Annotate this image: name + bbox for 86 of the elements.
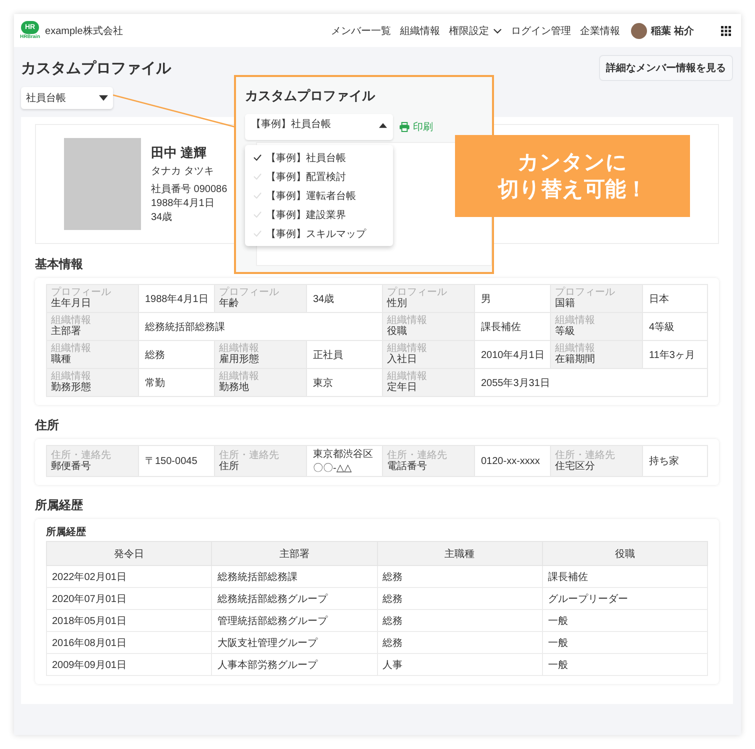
field-label-cell: 組織情報 職種 bbox=[46, 340, 138, 368]
table-cell: 2018年05月01日 bbox=[46, 610, 212, 632]
column-header: 役職 bbox=[542, 542, 708, 566]
table-cell: 総務 bbox=[377, 566, 542, 588]
age: 34歳 bbox=[151, 210, 174, 224]
field-value-cell: 0120-xx-xxxx bbox=[474, 446, 550, 476]
nav-link[interactable]: ログイン管理 bbox=[511, 24, 572, 38]
section-title: 所属経歴 bbox=[35, 497, 84, 514]
field-label-cell: 住所・連絡先 郵便番号 bbox=[46, 446, 138, 476]
table-cell: 一般 bbox=[542, 632, 708, 654]
field-value-cell: 東京都渋谷区〇〇-△△ bbox=[306, 446, 382, 476]
field-label-cell: 住所・連絡先 電話番号 bbox=[382, 446, 474, 476]
table-cell: 総務 bbox=[377, 610, 542, 632]
table-cell: 総務 bbox=[377, 588, 542, 610]
user-name[interactable]: 稲葉 祐介 bbox=[651, 24, 694, 38]
field-value-cell: 〒150-0045 bbox=[138, 446, 214, 476]
field-label-cell: プロフィール 性別 bbox=[382, 284, 474, 312]
template-select[interactable]: 【事例】社員台帳 bbox=[245, 114, 393, 140]
member-kana: タナカ タツキ bbox=[151, 164, 215, 178]
birthday: 1988年4月1日 bbox=[151, 196, 216, 210]
table-cell: 総務統括部総務課 bbox=[212, 566, 377, 588]
field-label-cell: プロフィール 国籍 bbox=[550, 284, 642, 312]
field-label-cell: 組織情報 勤務地 bbox=[214, 368, 306, 396]
table-cell: 2009年09月01日 bbox=[46, 654, 212, 676]
field-value-cell: 男 bbox=[474, 284, 550, 312]
field-label-cell: プロフィール 年齢 bbox=[214, 284, 306, 312]
avatar[interactable] bbox=[631, 22, 648, 38]
field-label-cell: 組織情報 入社日 bbox=[382, 340, 474, 368]
dropdown-option[interactable]: 【事例】社員台帳 bbox=[245, 148, 393, 167]
promo-text: 切り替え可能！ bbox=[498, 177, 647, 203]
detail-button[interactable]: 詳細なメンバー情報を見る bbox=[599, 55, 733, 81]
field-value-cell: 日本 bbox=[642, 284, 708, 312]
dropdown-option[interactable]: 【事例】スキルマップ bbox=[245, 224, 393, 243]
dropdown-option[interactable]: 【事例】配置検討 bbox=[245, 167, 393, 186]
column-header: 主職種 bbox=[377, 542, 542, 566]
section-title: 住所 bbox=[35, 417, 60, 434]
column-header: 主部署 bbox=[212, 542, 377, 566]
field-label-cell: プロフィール 生年月日 bbox=[46, 284, 138, 312]
table-caption: 所属経歴 bbox=[46, 526, 87, 539]
field-label-cell: 組織情報 勤務形態 bbox=[46, 368, 138, 396]
promo-text: カンタンに bbox=[518, 150, 628, 176]
field-label-cell: 組織情報 定年日 bbox=[382, 368, 474, 396]
field-label-cell: 組織情報 雇用形態 bbox=[214, 340, 306, 368]
field-value-cell: 11年3ヶ月 bbox=[642, 340, 708, 368]
member-name: 田中 達輝 bbox=[151, 144, 208, 162]
section-title: 基本情報 bbox=[35, 256, 84, 273]
table-cell: 一般 bbox=[542, 610, 708, 632]
callout-title: カスタムプロファイル bbox=[245, 87, 376, 105]
company-name: example株式会社 bbox=[45, 24, 123, 38]
field-value-cell: 2055年3月31日 bbox=[474, 368, 708, 396]
table-cell: 総務 bbox=[377, 632, 542, 654]
dropdown-option[interactable]: 【事例】運転者台帳 bbox=[245, 186, 393, 205]
table-cell: 人事本部労務グループ bbox=[212, 654, 377, 676]
printer-icon[interactable] bbox=[399, 122, 410, 132]
field-value-cell: 持ち家 bbox=[642, 446, 708, 476]
nav-link[interactable]: 権限設定 bbox=[449, 24, 502, 38]
caret-down-icon bbox=[99, 95, 108, 101]
employee-number: 社員番号 090086 bbox=[151, 182, 228, 196]
field-value-cell: 1988年4月1日 bbox=[138, 284, 214, 312]
field-value-cell: 34歳 bbox=[306, 284, 382, 312]
table-cell: 人事 bbox=[377, 654, 542, 676]
table-cell: 2016年08月01日 bbox=[46, 632, 212, 654]
column-header: 発令日 bbox=[46, 542, 212, 566]
template-select[interactable]: 社員台帳 bbox=[21, 87, 113, 109]
field-label-cell: 組織情報 等級 bbox=[550, 312, 642, 340]
table-cell: グループリーダー bbox=[542, 588, 708, 610]
table-cell: 2022年02月01日 bbox=[46, 566, 212, 588]
app-grid-icon[interactable] bbox=[721, 26, 731, 36]
field-label-cell: 組織情報 役職 bbox=[382, 312, 474, 340]
nav-link[interactable]: 組織情報 bbox=[400, 24, 440, 38]
field-label-cell: 組織情報 主部署 bbox=[46, 312, 138, 340]
page-title: カスタムプロファイル bbox=[21, 58, 171, 78]
nav-link[interactable]: 企業情報 bbox=[580, 24, 620, 38]
table-cell: 課長補佐 bbox=[542, 566, 708, 588]
table-cell: 管理統括部総務グループ bbox=[212, 610, 377, 632]
table-cell: 一般 bbox=[542, 654, 708, 676]
table-cell: 大阪支社管理グループ bbox=[212, 632, 377, 654]
field-value-cell: 4等級 bbox=[642, 312, 708, 340]
field-label-cell: 住所・連絡先 住宅区分 bbox=[550, 446, 642, 476]
field-label-cell: 組織情報 在籍期間 bbox=[550, 340, 642, 368]
table-cell: 2020年07月01日 bbox=[46, 588, 212, 610]
chevron-down-icon bbox=[493, 28, 502, 34]
table-cell: 総務統括部総務グループ bbox=[212, 588, 377, 610]
field-label-cell: 住所・連絡先 住所 bbox=[214, 446, 306, 476]
nav-link[interactable]: メンバー一覧 bbox=[331, 24, 392, 38]
dropdown-option[interactable]: 【事例】建設業界 bbox=[245, 205, 393, 224]
